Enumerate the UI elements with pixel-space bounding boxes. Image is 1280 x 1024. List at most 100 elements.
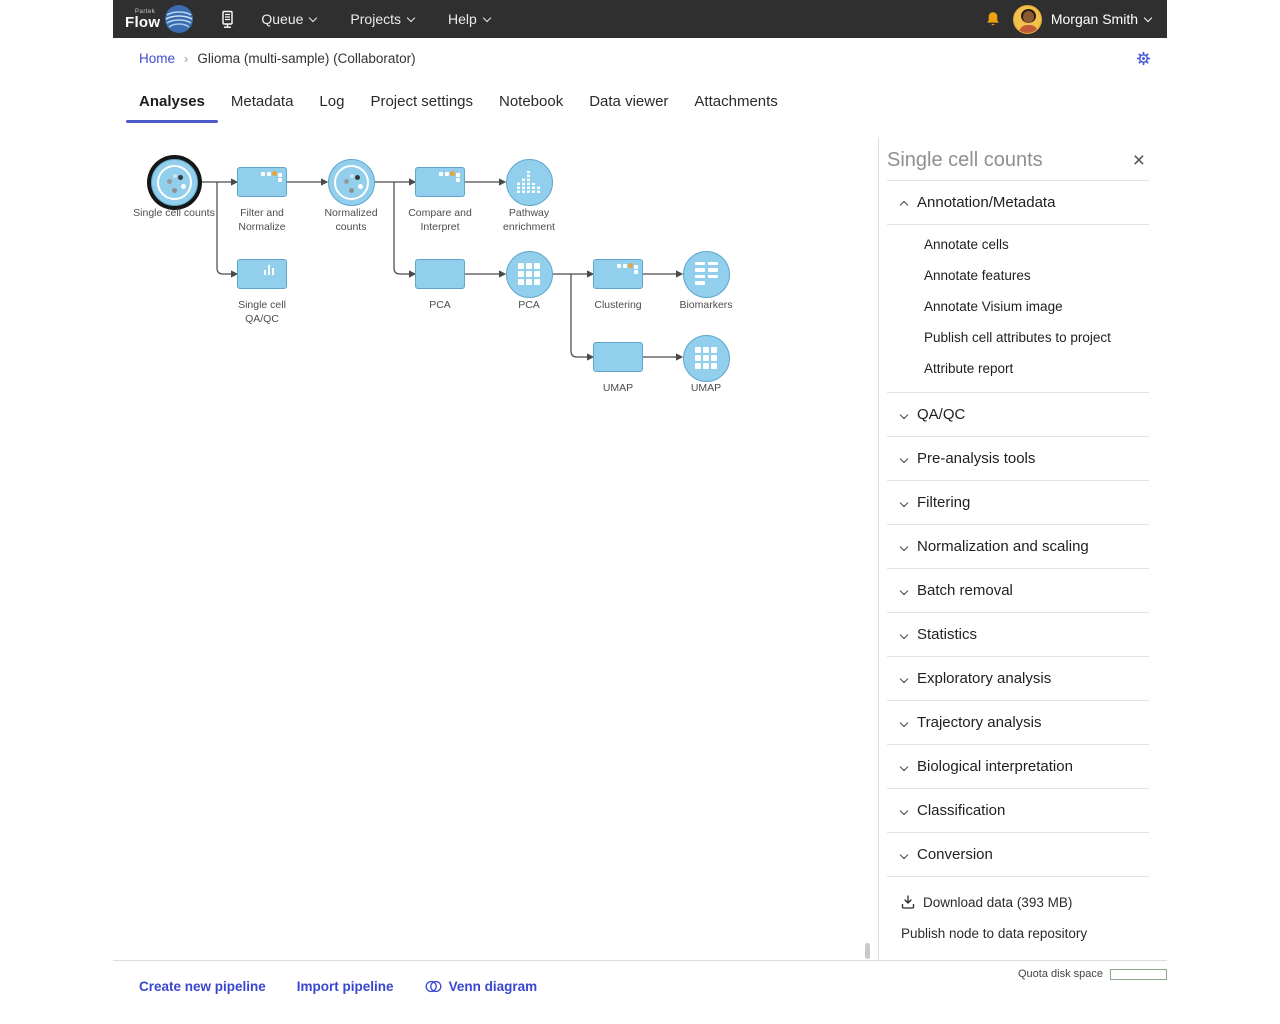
chevron-down-icon	[899, 410, 909, 419]
close-icon[interactable]: ×	[1129, 150, 1149, 171]
tab-data-viewer[interactable]: Data viewer	[576, 78, 681, 123]
tool-annotate-visium-image[interactable]: Annotate Visium image	[887, 291, 1149, 322]
app-window: Partek Flow Queue Projects Help Morgan S…	[113, 0, 1167, 1011]
tool-annotate-features[interactable]: Annotate features	[887, 260, 1149, 291]
chevron-down-icon	[406, 13, 416, 22]
node-tools-panel: Single cell counts × Annotation/Metadata…	[878, 137, 1167, 960]
user-menu[interactable]: Morgan Smith	[1050, 11, 1153, 27]
navbar-right: Morgan Smith	[985, 4, 1167, 34]
user-name-label: Morgan Smith	[1050, 11, 1138, 27]
annotation-metadata-items: Annotate cells Annotate features Annotat…	[887, 225, 1149, 393]
tool-publish-cell-attributes[interactable]: Publish cell attributes to project	[887, 322, 1149, 353]
section-normalization-and-scaling[interactable]: Normalization and scaling	[887, 525, 1149, 569]
canvas-scrollbar[interactable]	[865, 943, 870, 959]
nav-menu-queue[interactable]: Queue	[261, 11, 318, 27]
import-pipeline-link[interactable]: Import pipeline	[297, 979, 394, 994]
server-icon[interactable]	[220, 10, 235, 29]
navbar-left: Partek Flow Queue Projects Help	[113, 4, 524, 34]
node-normalized-counts[interactable]	[327, 158, 375, 206]
user-avatar[interactable]	[1012, 4, 1042, 34]
chevron-down-icon	[899, 806, 909, 815]
node-umap-data[interactable]	[682, 334, 730, 382]
venn-diagram-link[interactable]: Venn diagram	[425, 979, 537, 994]
node-filter-and-normalize[interactable]	[237, 167, 287, 197]
chevron-down-icon	[899, 630, 909, 639]
analyses-canvas: Single cell counts Filter and Normalize …	[113, 123, 1167, 961]
tab-analyses[interactable]: Analyses	[126, 78, 218, 123]
section-trajectory-analysis[interactable]: Trajectory analysis	[887, 701, 1149, 745]
node-pca-task[interactable]	[415, 259, 465, 289]
tasks-icon	[261, 171, 282, 182]
venn-diagram-icon	[425, 980, 442, 992]
tasks-icon	[617, 263, 638, 274]
partek-flow-logo[interactable]: Partek Flow	[125, 4, 194, 34]
download-data-button[interactable]: Download data (393 MB)	[901, 891, 1149, 913]
breadcrumb-separator: ›	[184, 50, 189, 66]
panel-title: Single cell counts	[887, 149, 1043, 171]
top-navbar: Partek Flow Queue Projects Help Morgan S…	[113, 0, 1167, 38]
chevron-down-icon	[899, 586, 909, 595]
node-label: Compare and Interpret	[408, 207, 472, 233]
breadcrumb-current: Glioma (multi-sample) (Collaborator)	[197, 50, 416, 66]
node-label: UMAP	[690, 382, 722, 394]
breadcrumb: Home › Glioma (multi-sample) (Collaborat…	[113, 38, 1167, 78]
cell-dots-icon	[156, 164, 192, 200]
chevron-down-icon	[899, 762, 909, 771]
section-pre-analysis-tools[interactable]: Pre-analysis tools	[887, 437, 1149, 481]
quota-disk-space: Quota disk space	[1018, 968, 1167, 980]
node-umap-task[interactable]	[593, 342, 643, 372]
publish-node-button[interactable]: Publish node to data repository	[901, 922, 1149, 944]
node-label: PCA	[429, 299, 451, 311]
chevron-down-icon	[899, 674, 909, 683]
node-label: Normalized counts	[324, 207, 378, 233]
node-label: PCA	[518, 299, 540, 311]
section-annotation-metadata[interactable]: Annotation/Metadata	[887, 181, 1149, 225]
section-statistics[interactable]: Statistics	[887, 613, 1149, 657]
grid-icon	[694, 346, 717, 369]
chevron-up-icon	[899, 200, 909, 209]
node-label: Single cell counts	[133, 207, 215, 219]
node-pca-data[interactable]	[505, 250, 553, 298]
project-settings-gear-icon[interactable]	[1136, 51, 1151, 66]
project-tabs: Analyses Metadata Log Project settings N…	[113, 78, 1167, 123]
section-biological-interpretation[interactable]: Biological interpretation	[887, 745, 1149, 789]
tool-attribute-report[interactable]: Attribute report	[887, 353, 1149, 384]
section-qa-qc[interactable]: QA/QC	[887, 393, 1149, 437]
bar-chart-icon	[263, 265, 274, 275]
node-compare-and-interpret[interactable]	[415, 167, 465, 197]
table-icon	[694, 261, 718, 286]
tab-log[interactable]: Log	[306, 78, 357, 123]
section-classification[interactable]: Classification	[887, 789, 1149, 833]
flow-wave-icon	[165, 5, 194, 33]
tasks-icon	[439, 171, 460, 182]
node-single-cell-counts[interactable]	[150, 158, 198, 206]
histogram-icon	[516, 170, 541, 193]
create-new-pipeline-link[interactable]: Create new pipeline	[139, 979, 266, 994]
chevron-down-icon	[899, 850, 909, 859]
chevron-down-icon	[1143, 13, 1153, 22]
section-exploratory-analysis[interactable]: Exploratory analysis	[887, 657, 1149, 701]
nav-menu-help[interactable]: Help	[448, 11, 492, 27]
node-single-cell-qaqc[interactable]	[237, 259, 287, 289]
chevron-down-icon	[309, 13, 318, 22]
node-label: Clustering	[594, 299, 642, 311]
node-label: UMAP	[602, 382, 634, 394]
tab-attachments[interactable]: Attachments	[681, 78, 790, 123]
nav-menu-projects[interactable]: Projects	[350, 11, 416, 27]
section-batch-removal[interactable]: Batch removal	[887, 569, 1149, 613]
tab-notebook[interactable]: Notebook	[486, 78, 576, 123]
node-clustering[interactable]	[593, 259, 643, 289]
chevron-down-icon	[899, 718, 909, 727]
tab-metadata[interactable]: Metadata	[218, 78, 307, 123]
breadcrumb-home-link[interactable]: Home	[139, 51, 175, 66]
pipeline-connectors	[202, 178, 684, 361]
section-conversion[interactable]: Conversion	[887, 833, 1149, 877]
section-filtering[interactable]: Filtering	[887, 481, 1149, 525]
tab-project-settings[interactable]: Project settings	[357, 78, 486, 123]
node-biomarkers[interactable]	[682, 250, 730, 298]
node-pathway-enrichment[interactable]	[505, 158, 553, 206]
tool-annotate-cells[interactable]: Annotate cells	[887, 229, 1149, 260]
notification-bell-icon[interactable]	[985, 11, 1001, 28]
cell-dots-icon	[333, 164, 369, 200]
chevron-down-icon	[899, 542, 909, 551]
